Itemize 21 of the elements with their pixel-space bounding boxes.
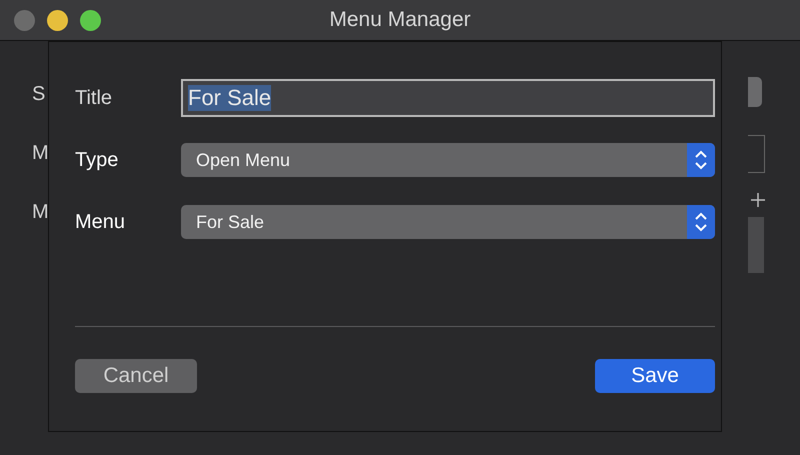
- zoom-button[interactable]: [80, 10, 101, 30]
- chevron-up-down-icon: [687, 205, 715, 239]
- chevron-up-down-icon: [687, 143, 715, 177]
- title-field[interactable]: For Sale: [181, 79, 715, 117]
- save-button[interactable]: Save: [595, 359, 715, 393]
- cancel-button[interactable]: Cancel: [75, 359, 197, 393]
- field-label: M: [32, 142, 49, 165]
- field-label: Title: [75, 86, 114, 110]
- field-label: Menu: [75, 210, 126, 234]
- field-value: For Sale: [188, 85, 272, 111]
- minimize-button[interactable]: [47, 10, 68, 30]
- field-label: M: [32, 201, 49, 224]
- popup-button[interactable]: Open Menu: [181, 143, 715, 177]
- close-button[interactable]: [14, 10, 35, 30]
- field-label: S: [32, 83, 46, 106]
- field-label: Type: [75, 148, 120, 172]
- text-field[interactable]: [748, 135, 765, 173]
- popup-button[interactable]: For Sale: [181, 205, 715, 239]
- add-icon[interactable]: [751, 193, 765, 207]
- window-title: Menu Manager: [329, 8, 471, 32]
- popup-button[interactable]: [748, 77, 762, 107]
